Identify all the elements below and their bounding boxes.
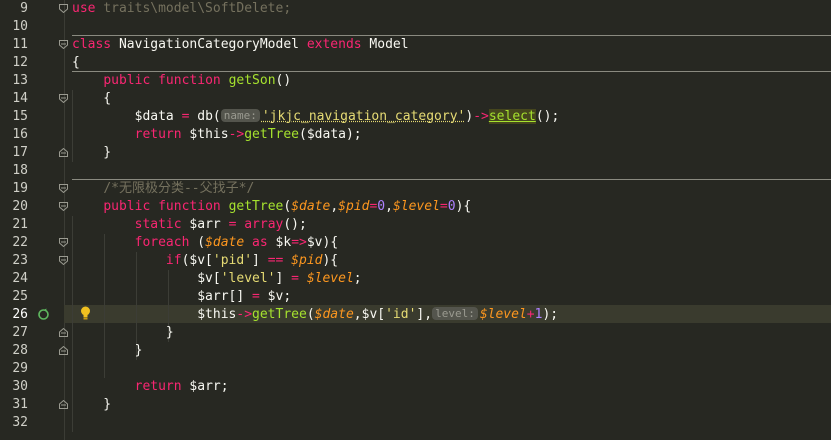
parameter-hint: level:	[432, 307, 478, 320]
code-line[interactable]: return $arr;	[0, 378, 831, 396]
code-line[interactable]: static $arr = array();	[0, 216, 831, 234]
code-line[interactable]: {	[0, 90, 831, 108]
code-line[interactable]: if($v['pid'] == $pid){	[0, 252, 831, 270]
function-name: getSon	[228, 73, 276, 88]
code-line[interactable]: /*无限极分类--父找子*/	[0, 180, 831, 198]
method-call[interactable]: getTree	[252, 307, 307, 322]
code-line[interactable]: $arr[] = $v;	[0, 288, 831, 306]
parameter-hint: name:	[220, 109, 260, 122]
parameter: $level	[392, 199, 440, 214]
line-number: 29	[12, 361, 28, 376]
keyword: return	[134, 379, 182, 394]
code-text: {	[72, 91, 112, 106]
code-line-current[interactable]: $this->getTree($date,$v['id'], level: $lev…	[0, 306, 831, 324]
keyword: if	[165, 253, 182, 268]
keyword: class	[72, 37, 112, 52]
method-call[interactable]: getTree	[244, 127, 299, 142]
code-text: }	[72, 343, 143, 358]
line-number: 18	[12, 163, 28, 178]
code-line[interactable]: public function getTree($date,$pid=0,$le…	[0, 198, 831, 216]
keyword: static	[134, 217, 182, 232]
keyword: return	[134, 127, 182, 142]
code-line[interactable]: }	[0, 342, 831, 360]
line-number: 32	[12, 415, 28, 430]
code-line[interactable]: use traits\model\SoftDelete;	[0, 0, 831, 18]
keyword: public	[103, 73, 151, 88]
class-name: Model	[361, 37, 409, 52]
keyword: function	[158, 199, 221, 214]
parameter: $date	[291, 199, 331, 214]
class-name: NavigationCategoryModel	[111, 37, 307, 52]
code-line[interactable]: }	[0, 144, 831, 162]
keyword: use	[72, 1, 96, 16]
keyword: function	[158, 73, 221, 88]
code-line[interactable]: $data = db(name:'jkjc_navigation_categor…	[0, 108, 831, 126]
keyword: extends	[306, 37, 362, 52]
code-line[interactable]: class NavigationCategoryModel extends Mo…	[0, 36, 831, 54]
code-text: {	[72, 55, 80, 70]
string-literal: 'jkjc_navigation_category'	[261, 109, 466, 124]
code-editor[interactable]: 9 10 11 12 13 14 15 16 17 18 19 20 21 22…	[0, 0, 831, 440]
code-text: }	[72, 145, 112, 160]
comment: /*无限极分类--父找子*/	[103, 181, 255, 196]
function-name: getTree	[228, 199, 284, 214]
code-text: }	[72, 325, 174, 340]
line-number: 10	[12, 19, 28, 34]
parameter: $pid	[338, 199, 370, 214]
code-text: }	[72, 397, 112, 412]
code-line[interactable]: }	[0, 396, 831, 414]
code-text: traits\model\SoftDelete;	[95, 1, 292, 16]
code-line[interactable]: $v['level'] = $level;	[0, 270, 831, 288]
code-line[interactable]: foreach ($date as $k=>$v){	[0, 234, 831, 252]
code-line[interactable]: {	[0, 54, 831, 72]
code-line[interactable]: public function getSon()	[0, 72, 831, 90]
code-line[interactable]: }	[0, 324, 831, 342]
keyword: public	[103, 199, 151, 214]
code-line[interactable]: return $this->getTree($data);	[0, 126, 831, 144]
keyword: foreach	[134, 235, 190, 250]
keyword: array	[244, 217, 284, 232]
method-call[interactable]: select	[488, 109, 536, 124]
